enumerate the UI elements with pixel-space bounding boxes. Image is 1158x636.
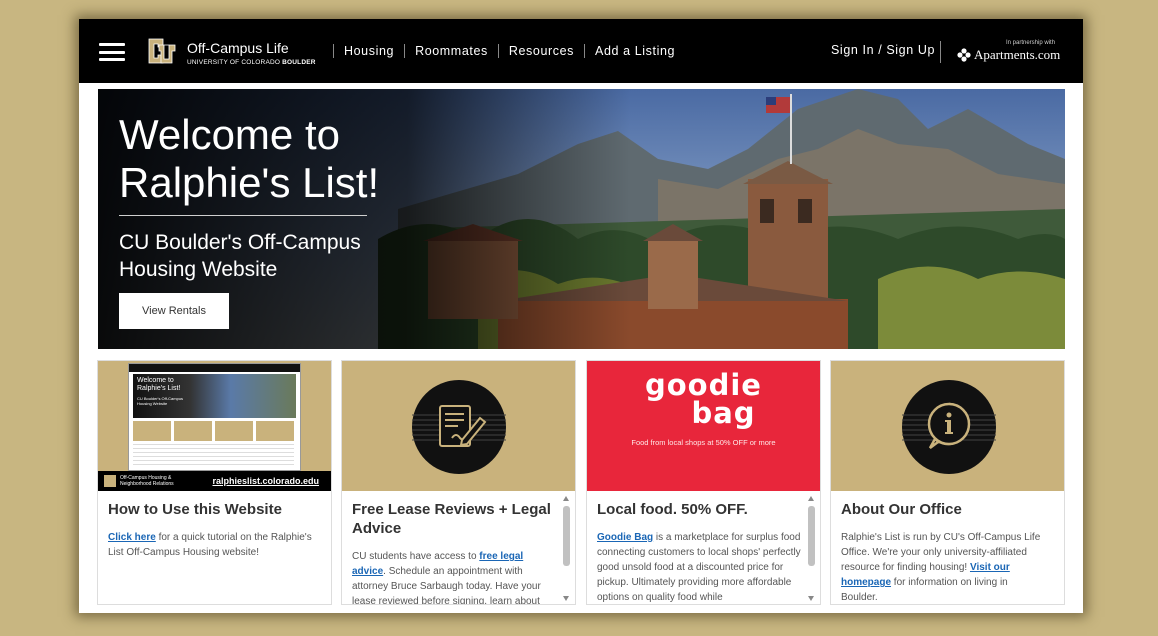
nav-add-listing[interactable]: Add a Listing	[595, 44, 675, 58]
apartments-logo[interactable]: Apartments.com	[957, 47, 1060, 63]
thumbnail-hero-title: Welcome to Ralphie's List!	[137, 377, 181, 392]
thumbnail-footer-org: Off-Campus Housing & Neighborhood Relati…	[120, 475, 174, 487]
card-body: Click here for a quick tutorial on the R…	[108, 532, 312, 558]
card-body: Ralphie's List is run by CU's Off-Campus…	[841, 532, 1041, 603]
hero-banner: Welcome to Ralphie's List! CU Boulder's …	[98, 89, 1065, 349]
goodie-bag-tagline: Food from local shops at 50% OFF or more	[631, 438, 776, 447]
logo-title[interactable]: Off-Campus Life	[187, 40, 289, 56]
nav-roommates[interactable]: Roommates	[415, 44, 488, 58]
partner-note: In partnership with	[1006, 40, 1056, 46]
browser-frame: Off-Campus Life UNIVERSITY OF COLORADO B…	[79, 19, 1083, 613]
logo-subtitle: UNIVERSITY OF COLORADO BOULDER	[187, 59, 316, 66]
card-goodie-bag: goodie bag Food from local shops at 50% …	[586, 360, 821, 605]
nav-divider	[940, 41, 941, 63]
card-how-to-use: Welcome to Ralphie's List! CU Boulder's …	[97, 360, 332, 605]
nav-divider	[497, 44, 499, 58]
nav-divider	[584, 44, 586, 58]
card-media	[831, 361, 1064, 491]
card-title: Free Lease Reviews + Legal Advice	[352, 501, 551, 537]
thumbnail-hero: Welcome to Ralphie's List! CU Boulder's …	[133, 374, 296, 418]
view-rentals-button[interactable]: View Rentals	[119, 293, 229, 329]
hero-title: Welcome to Ralphie's List!	[119, 111, 380, 206]
nav-housing[interactable]: Housing	[344, 44, 394, 58]
top-nav: Off-Campus Life UNIVERSITY OF COLORADO B…	[79, 19, 1083, 83]
nav-divider	[333, 44, 334, 58]
tutorial-link[interactable]: Click here	[108, 532, 156, 543]
card-body: Goodie Bag is a marketplace for surplus …	[597, 532, 801, 603]
thumbnail-hero-subtitle: CU Boulder's Off-Campus Housing Website	[137, 396, 184, 406]
card-lease-reviews: Free Lease Reviews + Legal Advice CU stu…	[341, 360, 576, 605]
thumbnail-tile	[215, 421, 253, 441]
card-body: CU students have access to free legal ad…	[352, 551, 541, 605]
thumbnail-tile	[256, 421, 294, 441]
thumbnail-footer: Off-Campus Housing & Neighborhood Relati…	[98, 471, 331, 491]
goodie-bag-link[interactable]: Goodie Bag	[597, 532, 653, 543]
card-title: How to Use this Website	[108, 501, 282, 518]
website-screenshot-thumbnail[interactable]: Welcome to Ralphie's List! CU Boulder's …	[98, 361, 331, 491]
thumbnail-tile	[133, 421, 171, 441]
card-media	[342, 361, 575, 491]
thumbnail-footer-url: ralphieslist.colorado.edu	[212, 476, 319, 486]
cu-logo-icon[interactable]	[146, 35, 178, 67]
partner-name: Apartments.com	[974, 47, 1061, 62]
apartments-logo-icon	[957, 48, 971, 62]
cu-logo-icon	[104, 475, 116, 487]
menu-icon[interactable]	[99, 43, 125, 61]
goodie-bag-logo: goodie bag	[645, 368, 762, 430]
sign-in-link[interactable]: Sign In / Sign Up	[831, 43, 935, 57]
nav-resources[interactable]: Resources	[509, 44, 574, 58]
thumbnail-nav	[129, 364, 300, 372]
document-pen-icon	[412, 380, 506, 474]
thumbnail-text-lines	[133, 444, 294, 468]
nav-divider	[404, 44, 406, 58]
card-title: Local food. 50% OFF.	[597, 501, 748, 518]
nav-links: Housing Roommates Resources Add a Listin…	[323, 43, 675, 59]
card-scrollbar[interactable]	[807, 493, 816, 604]
hero-divider	[119, 215, 367, 216]
goodie-bag-banner[interactable]: goodie bag Food from local shops at 50% …	[587, 361, 820, 491]
info-icon	[902, 380, 996, 474]
card-title: About Our Office	[841, 501, 962, 518]
thumbnail-page: Welcome to Ralphie's List! CU Boulder's …	[128, 363, 301, 471]
thumbnail-tile	[174, 421, 212, 441]
card-scrollbar[interactable]	[562, 493, 571, 604]
card-about-office: About Our Office Ralphie's List is run b…	[830, 360, 1065, 605]
hero-subtitle: CU Boulder's Off-Campus Housing Website	[119, 231, 361, 281]
